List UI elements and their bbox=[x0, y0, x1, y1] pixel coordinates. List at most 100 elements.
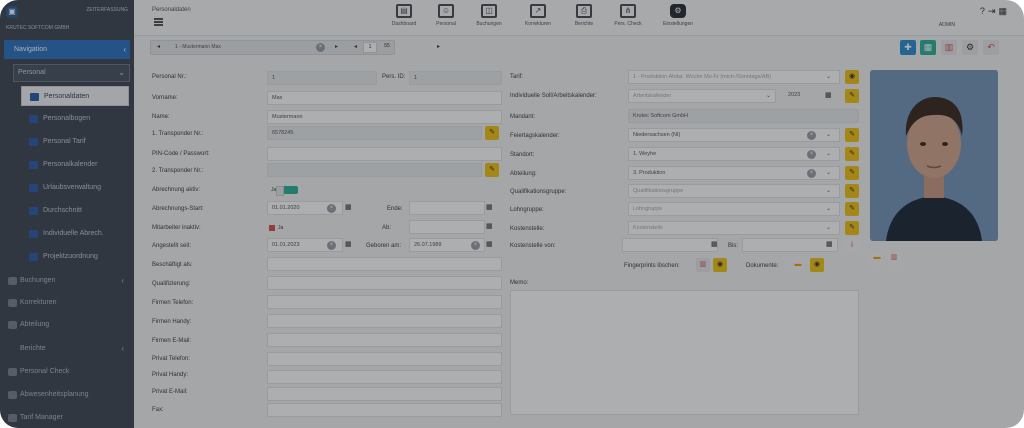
fax-field[interactable] bbox=[267, 403, 502, 417]
sidebar-section-abwesenheitsplanung[interactable]: Abwesenheitsplanung bbox=[4, 385, 130, 405]
memo-textarea[interactable] bbox=[510, 290, 859, 415]
edit-soll-button[interactable]: ✎ bbox=[845, 89, 859, 103]
edit-transponder1-button[interactable]: ✎ bbox=[485, 126, 499, 140]
view-documents-button[interactable]: ◉ bbox=[810, 258, 824, 272]
sidebar-section-personal-check[interactable]: Personal Check bbox=[4, 362, 130, 382]
toolbar-pers-check-button[interactable]: ⋔ Pers. Check bbox=[608, 4, 648, 27]
soll-select[interactable]: Arbeitskalender bbox=[628, 89, 776, 103]
sidebar-section-abteilung[interactable]: Abteilung bbox=[4, 315, 130, 335]
qualifikation-select[interactable]: Qualifikationsgruppe bbox=[628, 184, 840, 198]
tarif-select[interactable]: 1 - Produktion Ahdst. Woche Mo-Fr (mich-… bbox=[628, 70, 840, 84]
toolbar-korrekturen-button[interactable]: ↗ Korrekturen bbox=[518, 4, 558, 27]
firmen-handy-field[interactable] bbox=[267, 314, 502, 328]
kostenstelle-select[interactable]: Kostenstelle bbox=[628, 221, 840, 235]
settings-button[interactable]: ⚙ bbox=[962, 40, 978, 55]
prev-record-icon[interactable]: ◂ bbox=[157, 41, 160, 54]
ende-field[interactable] bbox=[409, 201, 485, 215]
record-dropdown-icon[interactable]: ▸ bbox=[335, 41, 338, 54]
personal-nr-field[interactable]: 1 bbox=[267, 71, 377, 85]
edit-qualifikation-button[interactable]: ✎ bbox=[845, 184, 859, 198]
delete-button[interactable]: ▥ bbox=[941, 40, 957, 55]
record-page-input[interactable]: 1 bbox=[363, 42, 377, 53]
calendar-icon[interactable]: ▦ bbox=[345, 203, 352, 211]
clear-abteilung-icon[interactable]: × bbox=[807, 169, 816, 178]
record-title[interactable]: 1 - Mustermann Max bbox=[175, 41, 221, 54]
ks-von-field[interactable] bbox=[622, 238, 718, 252]
privat-email-field[interactable] bbox=[267, 387, 502, 401]
clear-standort-icon[interactable]: × bbox=[807, 150, 816, 159]
sidebar-section-berichte[interactable]: Berichte ‹ bbox=[4, 339, 130, 359]
add-button[interactable]: ✚ bbox=[900, 40, 916, 55]
bis-field[interactable] bbox=[742, 238, 838, 252]
firmen-telefon-field[interactable] bbox=[267, 295, 502, 309]
transponder1-field[interactable]: 6578245 bbox=[267, 126, 482, 140]
sidebar-item-urlaubsverwaltung[interactable]: Urlaubsverwaltung bbox=[21, 178, 129, 198]
privat-handy-field[interactable] bbox=[267, 370, 502, 384]
mandant-field[interactable]: Krutec Softcom GmbH bbox=[628, 109, 859, 123]
sidebar-item-individuelle-abrech[interactable]: Individuelle Abrech. bbox=[21, 224, 129, 244]
beschaeftigt-field[interactable] bbox=[267, 257, 502, 271]
clear-abr-start-icon[interactable]: × bbox=[327, 204, 336, 213]
upload-photo-button[interactable]: ▬ bbox=[870, 251, 884, 265]
vorname-field[interactable]: Max bbox=[267, 91, 502, 105]
toolbar-buchungen-button[interactable]: ◫ Buchungen bbox=[469, 4, 509, 27]
sidebar-section-tarif-manager[interactable]: Tarif Manager bbox=[4, 408, 130, 428]
qualifizierung-field[interactable] bbox=[267, 276, 502, 290]
record-next-icon[interactable]: ▸ bbox=[437, 43, 440, 50]
clear-geboren-icon[interactable]: × bbox=[471, 241, 480, 250]
sidebar-item-durchschnitt[interactable]: Durchschnitt bbox=[21, 201, 129, 221]
sidebar-item-projektzuordnung[interactable]: Projektzuordnung bbox=[21, 247, 129, 267]
sidebar-item-personalkalender[interactable]: Personalkalender bbox=[21, 155, 129, 175]
edit-standort-button[interactable]: ✎ bbox=[845, 147, 859, 161]
lohngruppe-select[interactable]: Lohngruppe bbox=[628, 202, 840, 216]
toolbar-personal-button[interactable]: ☺ Personal bbox=[426, 4, 466, 27]
sidebar-group-personal[interactable]: Personal ⌄ bbox=[13, 64, 130, 82]
clear-record-icon[interactable]: × bbox=[316, 43, 325, 52]
sidebar-section-korrekturen[interactable]: Korrekturen bbox=[4, 293, 130, 313]
name-field[interactable]: Mustermann bbox=[267, 110, 502, 124]
toolbar-einstellungen-button[interactable]: ⚙ Einstellungen bbox=[658, 4, 698, 27]
sidebar-item-personalbogen[interactable]: Personalbogen bbox=[21, 109, 129, 129]
delete-fingerprints-button[interactable]: ▥ bbox=[696, 258, 710, 272]
sidebar-item-personaldaten[interactable]: Personaldaten bbox=[21, 86, 129, 106]
calendar-icon[interactable]: ▦ bbox=[711, 240, 718, 248]
toolbar-dashboard-button[interactable]: ▤ Dashboard bbox=[384, 4, 424, 27]
clear-angestellt-icon[interactable]: × bbox=[327, 241, 336, 250]
edit-kostenstelle-button[interactable]: ✎ bbox=[845, 221, 859, 235]
firmen-email-field[interactable] bbox=[267, 333, 502, 347]
calendar-icon[interactable]: ▦ bbox=[486, 203, 493, 211]
calendar-icon[interactable]: ▦ bbox=[826, 240, 833, 248]
logout-icon[interactable]: ⇥ bbox=[988, 6, 999, 16]
calendar-icon[interactable]: ▦ bbox=[486, 240, 493, 248]
apps-grid-icon[interactable]: ▦ bbox=[998, 6, 1010, 16]
open-folder-button[interactable]: ▬ bbox=[791, 258, 805, 272]
save-button[interactable]: ▦ bbox=[920, 40, 936, 55]
toolbar-berichte-button[interactable]: ⎙ Berichte bbox=[564, 4, 604, 27]
record-back-icon[interactable]: ◂ bbox=[354, 41, 357, 54]
pin-field[interactable] bbox=[267, 147, 502, 161]
edit-abteilung-button[interactable]: ✎ bbox=[845, 166, 859, 180]
pers-id-field[interactable]: 1 bbox=[409, 71, 502, 85]
kostenstelle-info-button[interactable]: i bbox=[845, 238, 859, 252]
privat-telefon-field[interactable] bbox=[267, 352, 502, 366]
nav-header[interactable]: Navigation ‹ bbox=[4, 40, 130, 59]
edit-feiertag-button[interactable]: ✎ bbox=[845, 128, 859, 142]
soll-year[interactable]: 2023 bbox=[784, 89, 822, 103]
edit-transponder2-button[interactable]: ✎ bbox=[485, 163, 499, 177]
sidebar-section-buchungen[interactable]: Buchungen ‹ bbox=[4, 271, 130, 291]
ab-field[interactable] bbox=[409, 220, 485, 234]
calendar-icon[interactable]: ▦ bbox=[486, 222, 493, 230]
abrechnung-toggle[interactable] bbox=[276, 186, 298, 196]
sidebar-item-personal-tarif[interactable]: Personal Tarif bbox=[21, 132, 129, 152]
inaktiv-checkbox[interactable] bbox=[269, 225, 275, 231]
undo-button[interactable]: ↶ bbox=[983, 40, 999, 55]
calendar-icon[interactable]: ▦ bbox=[825, 91, 832, 99]
view-fingerprints-button[interactable]: ◉ bbox=[713, 258, 727, 272]
edit-lohngruppe-button[interactable]: ✎ bbox=[845, 202, 859, 216]
hamburger-menu-icon[interactable] bbox=[154, 18, 163, 26]
transponder2-field[interactable] bbox=[267, 163, 482, 177]
tarif-view-button[interactable]: ◉ bbox=[845, 70, 859, 84]
delete-photo-button[interactable]: ▥ bbox=[887, 251, 901, 265]
calendar-icon[interactable]: ▦ bbox=[345, 240, 352, 248]
clear-feiertag-icon[interactable]: × bbox=[807, 131, 816, 140]
